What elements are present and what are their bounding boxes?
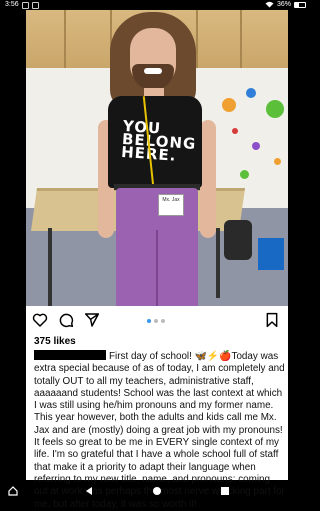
action-bar: [26, 309, 288, 331]
carousel-dot: [161, 319, 165, 323]
calendar-icon: [32, 2, 39, 9]
name-badge: Mx. Jax: [158, 194, 184, 216]
home-circle-icon[interactable]: [152, 486, 162, 496]
shirt-text: YOU BELONG HERE.: [121, 116, 197, 165]
post-card: YOU BELONG HERE. Mx. Jax 3: [26, 10, 288, 510]
recents-icon[interactable]: [220, 486, 230, 496]
back-icon[interactable]: [84, 486, 94, 496]
comment-icon[interactable]: [58, 312, 74, 328]
notification-icon: [22, 2, 29, 9]
bookmark-icon[interactable]: [264, 312, 280, 328]
status-time: 3:56: [5, 1, 19, 8]
recycling-bin: [258, 238, 284, 270]
status-left-icons: [22, 2, 39, 9]
heart-icon[interactable]: [32, 312, 48, 328]
system-nav-bar: [0, 482, 312, 500]
carousel-dots: [147, 319, 165, 323]
chair: [224, 220, 252, 260]
home-icon[interactable]: [8, 486, 18, 496]
redacted-username[interactable]: [34, 350, 106, 360]
wifi-icon: [265, 1, 274, 8]
status-right: 36%: [265, 1, 306, 8]
post-photo[interactable]: YOU BELONG HERE. Mx. Jax: [26, 10, 288, 306]
share-icon[interactable]: [84, 312, 100, 328]
carousel-dot: [154, 319, 158, 323]
battery-percent: 36%: [276, 1, 291, 8]
battery-icon: [294, 1, 306, 8]
likes-count[interactable]: 375 likes: [34, 336, 76, 347]
carousel-dot-active: [147, 319, 151, 323]
person: YOU BELONG HERE. Mx. Jax: [96, 10, 226, 306]
